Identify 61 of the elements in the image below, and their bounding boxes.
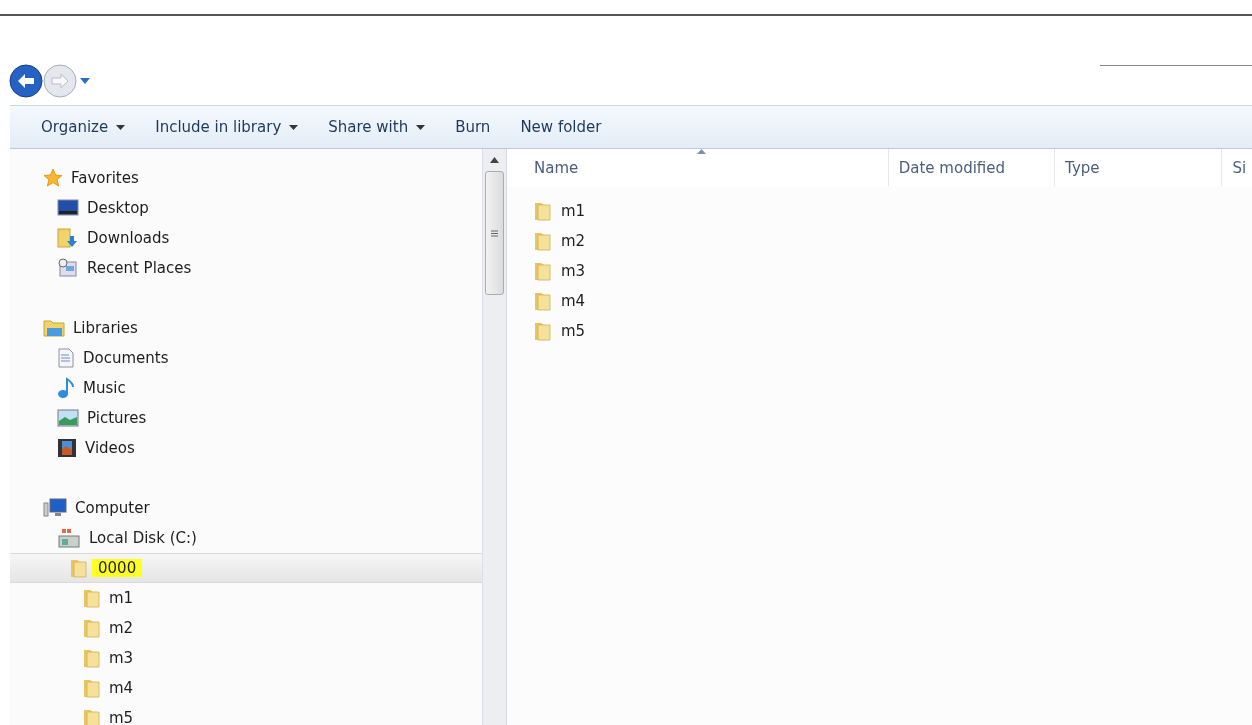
document-icon: [57, 348, 75, 368]
history-dropdown[interactable]: [80, 78, 90, 84]
column-header[interactable]: Date modified: [888, 149, 1056, 186]
toolbar-button[interactable]: Organize: [30, 114, 137, 140]
nav-item[interactable]: Documents: [10, 343, 482, 373]
file-name[interactable]: m2: [561, 232, 586, 250]
download-folder-icon: [57, 228, 79, 248]
column-header[interactable]: Name: [507, 149, 889, 186]
nav-item[interactable]: m2: [10, 613, 482, 643]
folder-icon: [534, 321, 552, 341]
clock-window-icon: [57, 258, 79, 278]
monitor-icon: [57, 199, 79, 217]
nav-item[interactable]: m5: [10, 703, 482, 725]
folder-icon: [83, 708, 101, 725]
folder-icon: [83, 648, 101, 668]
computer-icon: [43, 498, 67, 518]
nav-section[interactable]: Computer: [20, 493, 482, 523]
nav-item[interactable]: Pictures: [10, 403, 482, 433]
nav-section[interactable]: Libraries: [20, 313, 482, 343]
file-name[interactable]: m5: [561, 322, 586, 340]
file-name[interactable]: m3: [561, 262, 586, 280]
folder-icon: [534, 201, 552, 221]
drive-icon: [57, 527, 81, 549]
nav-item[interactable]: m1: [10, 583, 482, 613]
music-note-icon: [57, 377, 75, 399]
toolbar-button[interactable]: New folder: [509, 114, 613, 140]
scrollbar[interactable]: [482, 149, 506, 725]
nav-item[interactable]: Desktop: [10, 193, 482, 223]
nav-item[interactable]: Music: [10, 373, 482, 403]
file-name[interactable]: m1: [561, 202, 586, 220]
back-button[interactable]: [9, 64, 43, 98]
column-header[interactable]: Si: [1222, 149, 1252, 186]
folder-icon: [83, 588, 101, 608]
nav-item[interactable]: Downloads: [10, 223, 482, 253]
film-icon: [57, 438, 77, 458]
folder-icon: [534, 291, 552, 311]
nav-item[interactable]: Recent Places: [10, 253, 482, 283]
landscape-icon: [57, 409, 79, 427]
toolbar-button[interactable]: Share with: [317, 114, 437, 140]
nav-item[interactable]: m4: [10, 673, 482, 703]
column-header[interactable]: Type: [1055, 149, 1223, 186]
folder-icon: [534, 261, 552, 281]
scroll-up-icon: [490, 157, 499, 163]
highlighter-mark: 0000: [92, 559, 143, 577]
toolbar-button[interactable]: Include in library: [144, 114, 310, 140]
nav-item[interactable]: Local Disk (C:): [10, 523, 482, 553]
folder-icon: [83, 618, 101, 638]
caret-icon: [80, 78, 90, 84]
star-icon: [43, 168, 63, 188]
nav-item[interactable]: 0000: [10, 553, 482, 583]
nav-item[interactable]: Videos: [10, 433, 482, 463]
library-folder-icon: [43, 318, 65, 338]
nav-section[interactable]: Favorites: [20, 163, 482, 193]
folder-icon: [83, 678, 101, 698]
file-name[interactable]: m4: [561, 292, 586, 310]
grip-icon: [491, 229, 498, 237]
scroll-thumb[interactable]: [485, 171, 504, 295]
toolbar-button[interactable]: Burn: [444, 114, 502, 140]
folder-icon: [70, 558, 88, 578]
nav-item[interactable]: m3: [10, 643, 482, 673]
folder-icon: [534, 231, 552, 251]
